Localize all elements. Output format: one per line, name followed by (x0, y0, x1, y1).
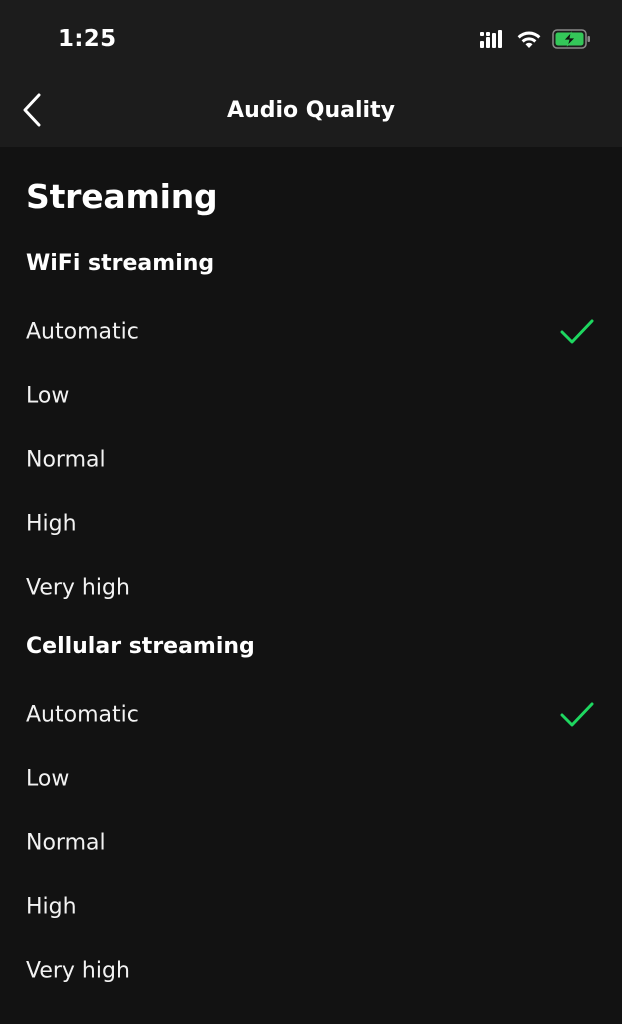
wifi-icon (516, 29, 542, 53)
option-label: Very high (26, 575, 130, 601)
wifi-option-very-high[interactable]: Very high (0, 556, 622, 620)
checkmark-icon (560, 702, 594, 727)
wifi-option-automatic[interactable]: Automatic (0, 300, 622, 364)
wifi-option-high[interactable]: High (0, 492, 622, 556)
section-title: Streaming (26, 177, 218, 216)
option-label: Automatic (26, 319, 139, 345)
settings-content: Streaming WiFi streaming Automatic Low N… (0, 147, 622, 1024)
cellular-option-automatic[interactable]: Automatic (0, 683, 622, 747)
top-bar: 1:25 Audio Quality (0, 0, 622, 147)
cellular-streaming-heading: Cellular streaming (26, 634, 255, 659)
option-label: Low (26, 383, 70, 409)
cellular-option-high[interactable]: High (0, 875, 622, 939)
option-label: High (26, 894, 77, 920)
option-label: Low (26, 766, 70, 792)
cellular-option-low[interactable]: Low (0, 747, 622, 811)
option-label: Normal (26, 830, 106, 856)
wifi-option-normal[interactable]: Normal (0, 428, 622, 492)
page-title: Audio Quality (227, 98, 395, 123)
checkmark-icon (560, 319, 594, 344)
option-label: Very high (26, 958, 130, 984)
cellular-option-very-high[interactable]: Very high (0, 939, 622, 1003)
option-label: Normal (26, 447, 106, 473)
wifi-option-low[interactable]: Low (0, 364, 622, 428)
battery-charging-icon (552, 29, 592, 53)
wifi-streaming-heading: WiFi streaming (26, 251, 215, 276)
option-label: Automatic (26, 702, 139, 728)
status-icons (480, 28, 592, 54)
cellular-signal-icon (480, 30, 506, 52)
option-label: High (26, 511, 77, 537)
status-time: 1:25 (58, 26, 117, 52)
cellular-option-normal[interactable]: Normal (0, 811, 622, 875)
